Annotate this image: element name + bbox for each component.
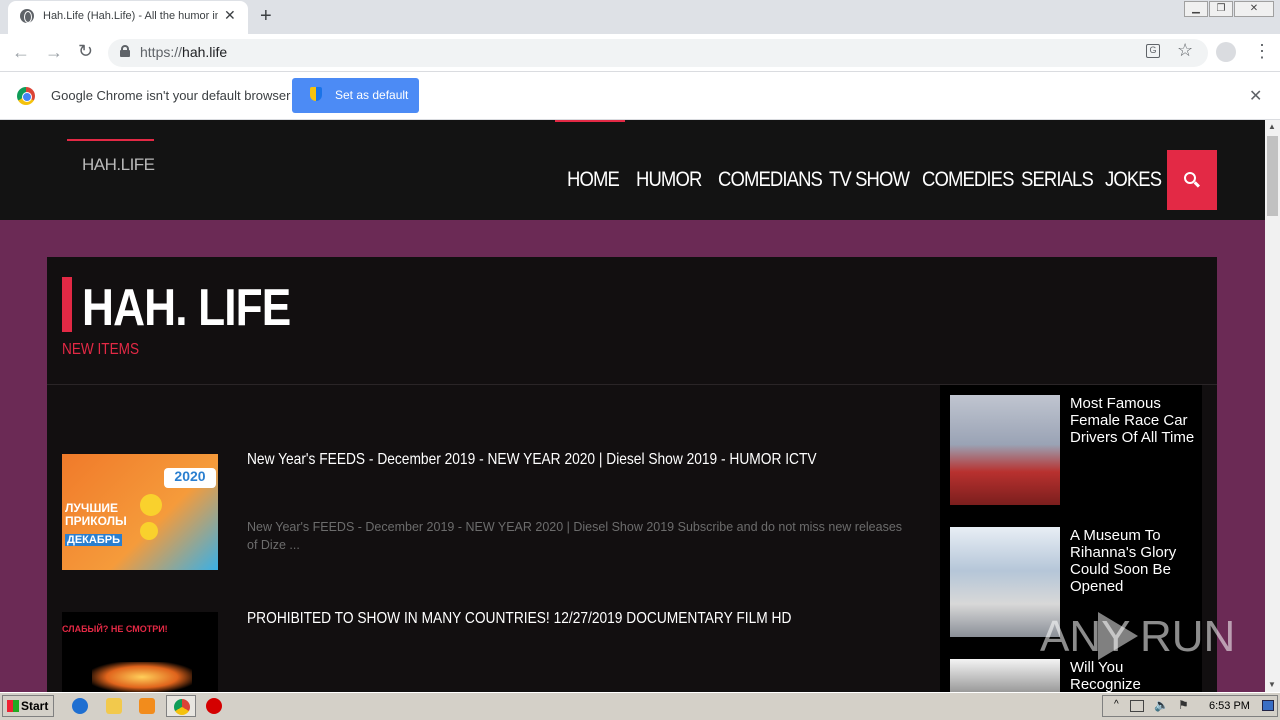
watermark-play-icon bbox=[1098, 612, 1138, 660]
sidebar-item-title[interactable]: Most Famous Female Race Car Drivers Of A… bbox=[1070, 395, 1195, 446]
media-player-icon[interactable] bbox=[139, 698, 155, 714]
flag-icon[interactable]: ⚑ bbox=[1178, 698, 1189, 712]
taskbar-chrome-button[interactable] bbox=[166, 695, 196, 717]
logo-accent-bar bbox=[67, 139, 154, 141]
thumb-year-badge: 2020 bbox=[164, 468, 216, 488]
infobar-close-icon[interactable]: ✕ bbox=[1249, 86, 1262, 106]
minimize-button[interactable]: ▁ bbox=[1184, 1, 1208, 17]
window-close-button[interactable]: ✕ bbox=[1234, 1, 1274, 17]
post-excerpt: New Year's FEEDS - December 2019 - NEW Y… bbox=[247, 520, 903, 552]
scrollbar-thumb[interactable] bbox=[1267, 136, 1278, 216]
scroll-up-icon[interactable]: ▲ bbox=[1268, 122, 1276, 131]
site-search-button[interactable] bbox=[1167, 150, 1217, 210]
address-bar[interactable] bbox=[108, 39, 1208, 67]
chrome-logo-icon bbox=[17, 87, 35, 105]
tab-title: Hah.Life (Hah.Life) - All the humor in bbox=[43, 10, 218, 22]
shield-icon bbox=[310, 87, 322, 101]
site-logo[interactable]: HAH.LIFE bbox=[82, 155, 155, 175]
reload-icon[interactable]: ↻ bbox=[78, 41, 93, 62]
set-as-default-label: Set as default bbox=[335, 88, 409, 102]
show-desktop-icon[interactable] bbox=[1262, 700, 1274, 711]
system-tray bbox=[1102, 695, 1278, 717]
volume-icon[interactable]: 🔈 bbox=[1154, 698, 1169, 712]
tab-close-icon[interactable]: ✕ bbox=[224, 7, 236, 24]
emoji-icon bbox=[140, 522, 158, 540]
watermark-run: RUN bbox=[1140, 612, 1236, 661]
sidebar-item-title[interactable]: A Museum To Rihanna's Glory Could Soon B… bbox=[1070, 527, 1195, 595]
infobar-message: Google Chrome isn't your default browser bbox=[51, 88, 291, 103]
tray-expand-icon[interactable]: ^ bbox=[1114, 699, 1119, 710]
bookmark-star-icon[interactable]: ☆ bbox=[1177, 40, 1193, 61]
post-thumbnail[interactable]: 2020 ЛУЧШИЕ ПРИКОЛЫ ДЕКАБРЬ bbox=[62, 454, 218, 570]
emoji-icon bbox=[140, 494, 162, 516]
title-accent-bar bbox=[62, 277, 72, 332]
post-title[interactable]: New Year's FEEDS - December 2019 - NEW Y… bbox=[247, 451, 817, 469]
new-tab-button[interactable]: + bbox=[260, 5, 272, 28]
menu-kebab-icon[interactable]: ⋮ bbox=[1253, 41, 1271, 62]
sidebar-thumbnail[interactable] bbox=[950, 659, 1060, 692]
nav-tv-show[interactable]: TV SHOW bbox=[829, 168, 910, 192]
stop-icon[interactable] bbox=[206, 698, 222, 714]
post-title[interactable]: PROHIBITED TO SHOW IN MANY COUNTRIES! 12… bbox=[247, 610, 791, 628]
nav-comedies[interactable]: COMEDIES bbox=[922, 168, 1014, 192]
back-icon[interactable]: ← bbox=[12, 42, 30, 63]
translate-icon[interactable]: G bbox=[1146, 44, 1160, 58]
chrome-icon bbox=[174, 699, 190, 715]
profile-avatar-icon[interactable] bbox=[1216, 42, 1236, 62]
scroll-down-icon[interactable]: ▼ bbox=[1268, 680, 1276, 689]
page-title: HAH. LIFE bbox=[82, 279, 291, 337]
url-host: hah.life bbox=[182, 44, 228, 60]
header-accent-line bbox=[555, 120, 625, 122]
url-scheme: https:// bbox=[140, 44, 183, 60]
url-text[interactable]: https://hah.life bbox=[140, 44, 227, 60]
nav-humor[interactable]: HUMOR bbox=[636, 168, 702, 192]
ie-icon[interactable] bbox=[72, 698, 88, 714]
nav-serials[interactable]: SERIALS bbox=[1021, 168, 1094, 192]
sidebar-item-title[interactable]: Will You Recognize bbox=[1070, 659, 1195, 693]
set-as-default-button[interactable]: Set as default bbox=[292, 78, 419, 113]
forward-icon[interactable]: → bbox=[45, 42, 63, 63]
post-thumbnail[interactable]: СЛАБЫЙ? НЕ СМОТРИ! bbox=[62, 612, 218, 692]
nav-jokes[interactable]: JOKES bbox=[1105, 168, 1162, 192]
explosion-image bbox=[92, 662, 192, 692]
restore-button[interactable]: ❐ bbox=[1209, 1, 1233, 17]
globe-icon bbox=[20, 9, 34, 23]
network-icon[interactable] bbox=[1130, 700, 1144, 712]
start-label: Start bbox=[21, 699, 49, 713]
start-button[interactable]: Start bbox=[2, 695, 54, 717]
folder-icon[interactable] bbox=[106, 698, 122, 714]
sidebar-thumbnail[interactable] bbox=[950, 395, 1060, 505]
nav-comedians[interactable]: COMEDIANS bbox=[718, 168, 823, 192]
nav-home[interactable]: HOME bbox=[567, 168, 620, 192]
taskbar-clock[interactable]: 6:53 PM bbox=[1209, 700, 1250, 712]
windows-logo-icon bbox=[7, 700, 19, 712]
lock-icon bbox=[120, 45, 130, 57]
section-subtitle: NEW ITEMS bbox=[62, 341, 140, 358]
